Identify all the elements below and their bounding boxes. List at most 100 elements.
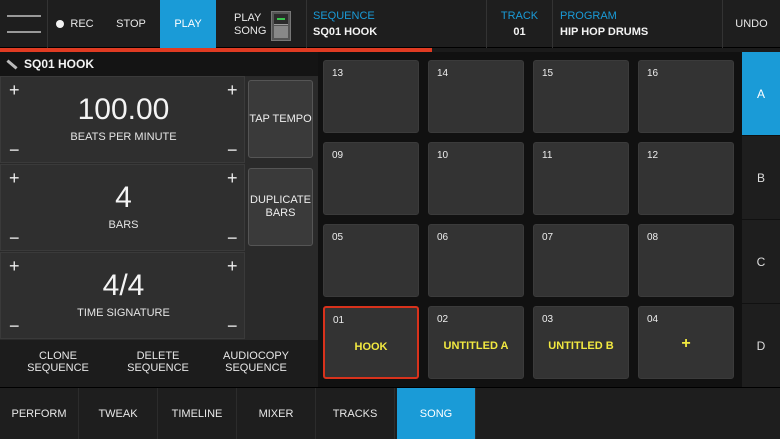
bpm-minus-left[interactable]: − xyxy=(9,141,20,159)
bank-label: A xyxy=(756,86,765,101)
pad-number: 13 xyxy=(332,68,344,79)
bars-minus-right[interactable]: − xyxy=(227,229,238,247)
pad-number: 01 xyxy=(333,315,345,326)
play-song-button[interactable]: PLAY SONG xyxy=(216,0,306,48)
pad-number: 08 xyxy=(647,232,659,243)
pad-number: 16 xyxy=(647,68,659,79)
bank-label: D xyxy=(756,338,766,353)
play-song-line1: PLAY xyxy=(234,12,262,24)
sequence-actions: CLONE SEQUENCE DELETE SEQUENCE AUDIOCOPY… xyxy=(0,340,318,387)
pad-03[interactable]: 03 UNTITLED B xyxy=(533,306,629,379)
bars-value: 4 xyxy=(115,181,132,214)
pad-number: 15 xyxy=(542,68,554,79)
rec-label: REC xyxy=(70,18,94,30)
program-value: HIP HOP DRUMS xyxy=(560,26,649,38)
pad-12[interactable]: 12 xyxy=(638,142,734,215)
pad-15[interactable]: 15 xyxy=(533,60,629,133)
audiocopy-line1: AUDIOCOPY xyxy=(222,350,289,362)
pad-number: 07 xyxy=(542,232,554,243)
pad-11[interactable]: 11 xyxy=(533,142,629,215)
tab-label: TIMELINE xyxy=(171,408,223,420)
pad-number: 02 xyxy=(437,314,449,325)
clone-line2: SEQUENCE xyxy=(27,362,89,374)
program-selector[interactable]: PROGRAM HIP HOP DRUMS xyxy=(552,0,722,48)
timesig-value: 4/4 xyxy=(102,269,145,302)
audiocopy-line2: SEQUENCE xyxy=(225,362,287,374)
pad-07[interactable]: 07 xyxy=(533,224,629,297)
bpm-control[interactable]: + + − − 100.00 BEATS PER MINUTE xyxy=(0,76,245,163)
tab-song[interactable]: SONG xyxy=(397,388,476,439)
pad-04-add[interactable]: 04 + xyxy=(638,306,734,379)
bank-label: B xyxy=(756,170,765,185)
timesig-minus-left[interactable]: − xyxy=(9,317,20,335)
pad-05[interactable]: 05 xyxy=(323,224,419,297)
audiocopy-sequence-button[interactable]: AUDIOCOPY SEQUENCE xyxy=(206,350,306,374)
pad-name: UNTITLED B xyxy=(548,340,614,352)
play-button[interactable]: PLAY xyxy=(160,0,216,48)
toggle-indicator-icon xyxy=(274,14,288,25)
pad-number: 14 xyxy=(437,68,449,79)
bank-d[interactable]: D xyxy=(742,304,780,388)
pad-number: 06 xyxy=(437,232,449,243)
clone-sequence-button[interactable]: CLONE SEQUENCE xyxy=(8,350,108,374)
bars-control[interactable]: + + − − 4 BARS xyxy=(0,164,245,251)
pad-name: HOOK xyxy=(354,341,388,353)
undo-button[interactable]: UNDO xyxy=(722,0,780,48)
pad-02[interactable]: 02 UNTITLED A xyxy=(428,306,524,379)
bank-label: C xyxy=(756,254,766,269)
delete-sequence-button[interactable]: DELETE SEQUENCE xyxy=(108,350,208,374)
menu-icon-line xyxy=(6,31,41,33)
track-selector[interactable]: TRACK 01 xyxy=(486,0,552,48)
pad-13[interactable]: 13 xyxy=(323,60,419,133)
pad-08[interactable]: 08 xyxy=(638,224,734,297)
bpm-label: BEATS PER MINUTE xyxy=(70,131,177,143)
tab-tweak[interactable]: TWEAK xyxy=(79,388,158,439)
menu-icon xyxy=(6,15,41,17)
pad-16[interactable]: 16 xyxy=(638,60,734,133)
pad-14[interactable]: 14 xyxy=(428,60,524,133)
record-dot-icon xyxy=(56,20,65,28)
pad-09[interactable]: 09 xyxy=(323,142,419,215)
play-song-toggle[interactable] xyxy=(271,11,291,41)
tap-tempo-button[interactable]: TAP TEMPO xyxy=(248,80,313,158)
duplicate-bars-line1: DUPLICATE xyxy=(250,194,311,206)
bottom-tab-bar: PERFORM TWEAK TIMELINE MIXER TRACKS SONG xyxy=(0,387,780,439)
tab-mixer[interactable]: MIXER xyxy=(237,388,316,439)
tab-tracks[interactable]: TRACKS xyxy=(316,388,395,439)
pad-01-selected[interactable]: 01 HOOK xyxy=(323,306,419,379)
delete-line2: SEQUENCE xyxy=(127,362,189,374)
add-sequence-plus-icon: + xyxy=(681,335,691,352)
bank-a[interactable]: A xyxy=(742,52,780,136)
pad-name: UNTITLED A xyxy=(443,340,509,352)
tab-timeline[interactable]: TIMELINE xyxy=(158,388,237,439)
timesig-minus-right[interactable]: − xyxy=(227,317,238,335)
pad-number: 09 xyxy=(332,150,344,161)
tab-perform[interactable]: PERFORM xyxy=(0,388,79,439)
transport-bar: REC STOP PLAY PLAY SONG SEQUENCE SQ01 HO… xyxy=(0,0,780,48)
play-song-line2: SONG xyxy=(234,25,267,37)
bpm-value: 100.00 xyxy=(77,93,170,126)
sequence-selector[interactable]: SEQUENCE SQ01 HOOK xyxy=(306,0,486,48)
tab-label: TWEAK xyxy=(98,408,138,420)
sequence-value: SQ01 HOOK xyxy=(313,26,378,38)
pad-number: 10 xyxy=(437,150,449,161)
menu-button[interactable] xyxy=(0,0,48,48)
duplicate-bars-button[interactable]: DUPLICATE BARS xyxy=(248,168,313,246)
bank-c[interactable]: C xyxy=(742,220,780,304)
stop-label: STOP xyxy=(116,18,146,30)
pad-06[interactable]: 06 xyxy=(428,224,524,297)
duplicate-bars-label: DUPLICATE BARS xyxy=(250,194,311,220)
bpm-minus-right[interactable]: − xyxy=(227,141,238,159)
pencil-icon xyxy=(6,58,18,70)
toggle-lower xyxy=(274,26,288,38)
stop-button[interactable]: STOP xyxy=(102,0,160,48)
play-song-label: PLAY SONG xyxy=(234,12,267,38)
rec-button[interactable]: REC xyxy=(48,0,102,48)
program-caption: PROGRAM xyxy=(560,10,617,22)
bank-b[interactable]: B xyxy=(742,136,780,220)
time-signature-control[interactable]: + + − − 4/4 TIME SIGNATURE xyxy=(0,252,245,339)
pad-bank-selector: A B C D xyxy=(742,52,780,388)
bars-minus-left[interactable]: − xyxy=(9,229,20,247)
pad-10[interactable]: 10 xyxy=(428,142,524,215)
track-caption: TRACK xyxy=(500,10,539,22)
